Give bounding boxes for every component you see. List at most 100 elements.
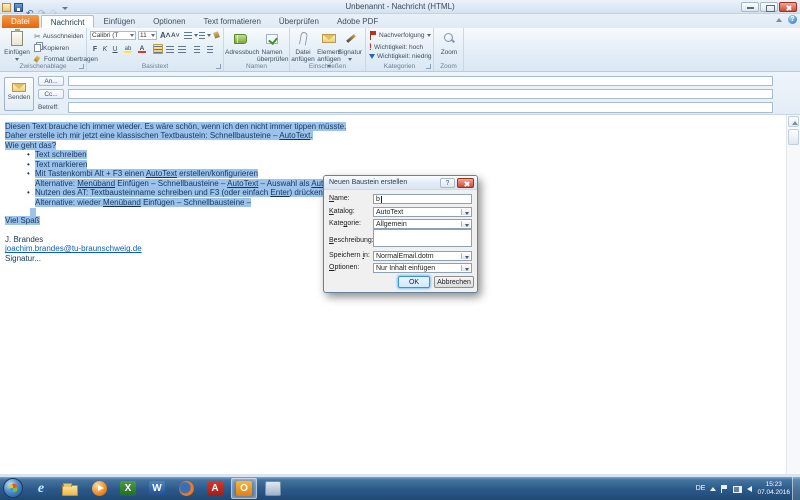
high-importance-button[interactable]: Wichtigkeit: hoch xyxy=(369,42,423,52)
bullet-list-icon xyxy=(184,32,192,39)
catalog-select[interactable]: AutoText xyxy=(373,207,472,217)
volume-icon[interactable] xyxy=(747,486,752,492)
font-name-dropdown-icon[interactable] xyxy=(130,34,134,37)
scrollbar-thumb[interactable] xyxy=(788,129,799,145)
paste-button[interactable]: Einfügen xyxy=(2,30,32,63)
underline-button[interactable]: U xyxy=(110,44,120,54)
maximize-button[interactable] xyxy=(760,2,778,12)
category-dropdown-icon[interactable] xyxy=(465,224,469,227)
cut-button[interactable]: Ausschneiden xyxy=(34,32,84,41)
catalog-dropdown-icon[interactable] xyxy=(465,212,469,215)
signature-dropdown-icon[interactable] xyxy=(348,58,352,61)
tab-review[interactable]: Überprüfen xyxy=(270,15,328,28)
bold-button[interactable]: F xyxy=(90,44,100,54)
tab-format-text[interactable]: Text formatieren xyxy=(195,15,270,28)
description-label: Beschreibung: xyxy=(329,237,374,244)
ok-button[interactable]: OK xyxy=(398,276,430,288)
clock[interactable]: 15:2307.04.2016 xyxy=(757,481,790,497)
to-button[interactable]: An... xyxy=(38,76,64,86)
tags-dialog-launcher-icon[interactable] xyxy=(426,64,431,69)
cc-input[interactable] xyxy=(68,89,773,99)
email-link[interactable]: joachim.brandes@tu-braunschweig.de xyxy=(5,244,142,253)
options-select[interactable]: Nur Inhalt einfügen xyxy=(373,263,472,273)
font-size-combo[interactable]: 11 xyxy=(138,31,157,40)
tab-message[interactable]: Nachricht xyxy=(41,15,95,28)
name-input[interactable]: b xyxy=(373,194,472,204)
cc-button[interactable]: Cc... xyxy=(38,89,64,99)
vertical-scrollbar[interactable] xyxy=(786,115,800,474)
follow-up-dropdown-icon[interactable] xyxy=(427,34,431,37)
dialog-help-icon[interactable]: ? xyxy=(440,178,455,188)
font-size-dropdown-icon[interactable] xyxy=(151,34,155,37)
basic-text-dialog-launcher-icon[interactable] xyxy=(216,64,221,69)
cancel-button[interactable]: Abbrechen xyxy=(434,276,474,288)
dialog-title: Neuen Baustein erstellen xyxy=(329,179,407,186)
send-button[interactable]: Senden xyxy=(4,77,34,111)
highlight-color-button[interactable]: ab xyxy=(123,44,133,54)
font-name-combo[interactable]: Calibri (T xyxy=(90,31,136,40)
italic-button[interactable]: K xyxy=(100,44,110,54)
show-hidden-icons-icon[interactable] xyxy=(710,487,716,491)
taskbar-item-app[interactable] xyxy=(260,478,286,499)
description-textarea[interactable] xyxy=(373,229,472,247)
tab-options[interactable]: Optionen xyxy=(144,15,194,28)
tab-adobe-pdf[interactable]: Adobe PDF xyxy=(328,15,387,28)
taskbar-item-explorer[interactable] xyxy=(57,478,83,499)
align-center-button[interactable] xyxy=(165,44,175,54)
attach-file-button[interactable]: Datei anfügen xyxy=(291,30,315,63)
dialog-title-bar[interactable]: Neuen Baustein erstellen ? xyxy=(324,176,477,190)
save-in-select[interactable]: NormalEmail.dotm xyxy=(373,251,472,261)
increase-indent-button[interactable] xyxy=(205,44,215,54)
minimize-ribbon-icon[interactable] xyxy=(774,16,784,24)
zoom-button[interactable]: Zoom xyxy=(434,30,464,56)
taskbar-item-outlook[interactable] xyxy=(231,478,257,499)
start-button[interactable] xyxy=(3,478,23,498)
highlight-color-icon xyxy=(124,51,132,53)
group-label-clipboard: Zwischenablage xyxy=(0,63,86,70)
scroll-up-icon[interactable] xyxy=(788,116,799,127)
address-book-button[interactable]: Adressbuch xyxy=(225,30,255,56)
subject-input[interactable] xyxy=(68,102,773,113)
clipboard-dialog-launcher-icon[interactable] xyxy=(79,64,84,69)
check-names-button[interactable]: Namen überprüfen xyxy=(257,30,287,63)
align-right-button[interactable] xyxy=(177,44,187,54)
low-importance-button[interactable]: Wichtigkeit: niedrig xyxy=(369,53,432,60)
tab-file[interactable]: Datei xyxy=(2,15,39,28)
help-icon[interactable]: ? xyxy=(788,15,797,24)
tab-insert[interactable]: Einfügen xyxy=(94,15,144,28)
bullets-button[interactable] xyxy=(184,32,198,39)
save-in-dropdown-icon[interactable] xyxy=(465,256,469,259)
flag-icon xyxy=(369,31,377,40)
options-dropdown-icon[interactable] xyxy=(465,268,469,271)
taskbar-item-excel[interactable] xyxy=(115,478,141,499)
message-body-editor[interactable]: Diesen Text brauche ich immer wieder. Es… xyxy=(0,115,786,474)
action-center-flag-icon[interactable] xyxy=(721,485,728,493)
font-color-button[interactable]: A xyxy=(137,44,147,54)
follow-up-button[interactable]: Nachverfolgung xyxy=(369,31,431,40)
save-in-label: Speichern in: xyxy=(329,252,370,259)
taskbar-item-firefox[interactable] xyxy=(173,478,199,499)
taskbar-item-media-player[interactable] xyxy=(86,478,112,499)
copy-button[interactable]: Kopieren xyxy=(34,44,69,52)
dialog-close-icon[interactable] xyxy=(457,178,474,188)
language-indicator[interactable]: DE xyxy=(696,485,706,492)
close-button[interactable] xyxy=(779,2,797,12)
signature-button[interactable]: Signatur xyxy=(337,30,363,63)
taskbar-item-acrobat[interactable] xyxy=(202,478,228,499)
taskbar-item-internet-explorer[interactable] xyxy=(28,478,54,499)
clear-formatting-button[interactable] xyxy=(213,31,221,39)
show-desktop-button[interactable] xyxy=(792,477,800,500)
taskbar-item-word[interactable] xyxy=(144,478,170,499)
dialog-row-catalog: Katalog: AutoText xyxy=(329,207,472,217)
shrink-font-button[interactable]: A˅ xyxy=(171,32,180,39)
to-input[interactable] xyxy=(68,76,773,86)
decrease-indent-button[interactable] xyxy=(192,44,202,54)
align-left-button[interactable] xyxy=(153,44,163,54)
envelope-icon xyxy=(322,34,336,43)
paste-dropdown-icon[interactable] xyxy=(15,58,19,61)
category-select[interactable]: Allgemein xyxy=(373,219,472,229)
minimize-button[interactable] xyxy=(741,2,759,12)
numbering-button[interactable] xyxy=(199,32,211,39)
dialog-row-save-in: Speichern in: NormalEmail.dotm xyxy=(329,251,472,261)
grow-font-button[interactable]: A˄ xyxy=(160,31,170,40)
